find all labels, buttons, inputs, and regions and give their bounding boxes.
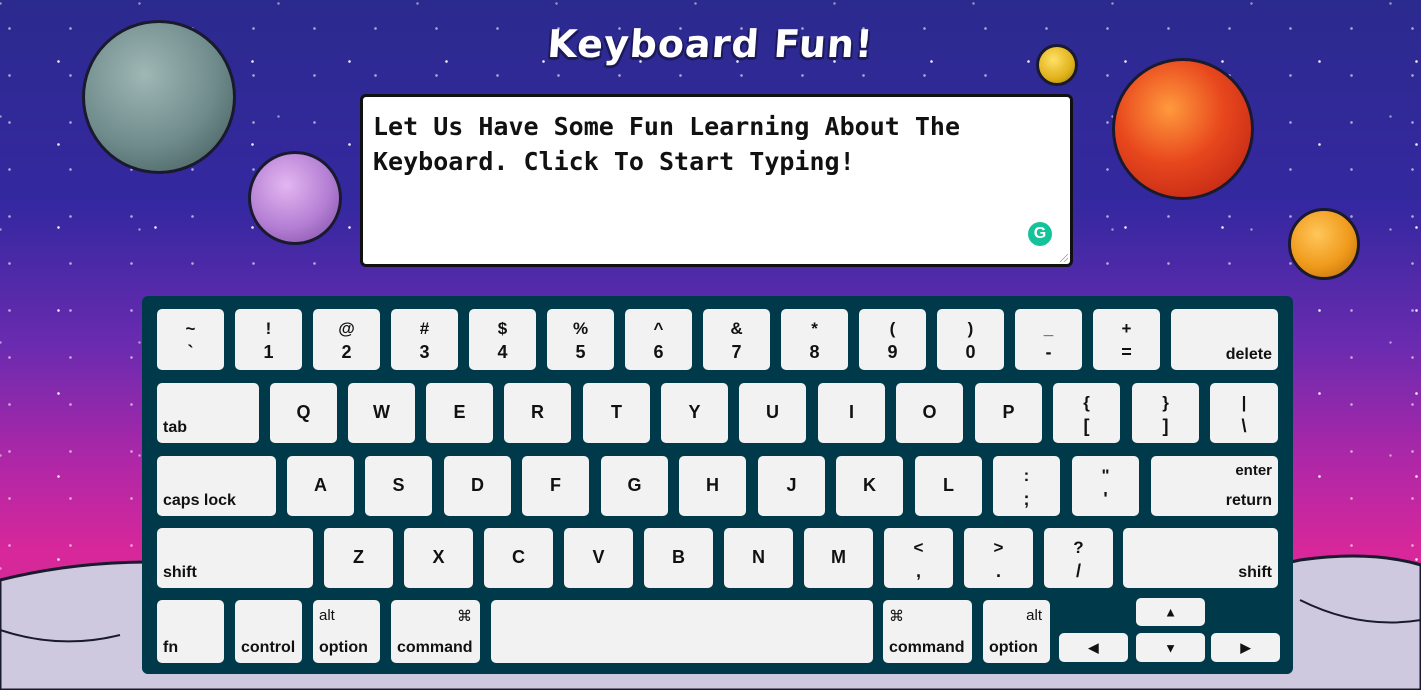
resize-handle-icon[interactable] (1060, 254, 1068, 262)
key-u[interactable]: U (739, 383, 806, 443)
key-equals[interactable]: + = (1093, 309, 1160, 370)
key-space[interactable] (491, 600, 873, 663)
command-icon: ⌘ (889, 608, 904, 625)
arrow-right-icon: ▶ (1240, 639, 1251, 655)
typing-textarea[interactable]: Let Us Have Some Fun Learning About The … (360, 94, 1073, 267)
key-v[interactable]: V (564, 528, 633, 588)
key-r[interactable]: R (504, 383, 571, 443)
planet-red-icon (1112, 58, 1254, 200)
key-8[interactable]: * 8 (781, 309, 848, 370)
key-slash[interactable]: ? / (1044, 528, 1113, 588)
key-delete[interactable]: delete (1171, 309, 1278, 370)
key-o[interactable]: O (896, 383, 963, 443)
key-backtick[interactable]: ~ ` (157, 309, 224, 370)
key-p[interactable]: P (975, 383, 1042, 443)
key-b[interactable]: B (644, 528, 713, 588)
key-shift-right[interactable]: shift (1123, 528, 1278, 588)
key-i[interactable]: I (818, 383, 885, 443)
key-9[interactable]: (9 (859, 309, 926, 370)
key-backslash[interactable]: | \ (1210, 383, 1278, 443)
key-d[interactable]: D (444, 456, 511, 516)
key-minus[interactable]: _ - (1015, 309, 1082, 370)
key-j[interactable]: J (758, 456, 825, 516)
key-k[interactable]: K (836, 456, 903, 516)
key-a[interactable]: A (287, 456, 354, 516)
key-y[interactable]: Y (661, 383, 728, 443)
key-n[interactable]: N (724, 528, 793, 588)
planet-orange-icon (1288, 208, 1360, 280)
key-7[interactable]: & 7 (703, 309, 770, 370)
arrow-left-icon: ◀ (1088, 639, 1099, 655)
key-5[interactable]: % 5 (547, 309, 614, 370)
key-g[interactable]: G (601, 456, 668, 516)
key-m[interactable]: M (804, 528, 873, 588)
key-c[interactable]: C (484, 528, 553, 588)
virtual-keyboard: ~ ` ! 1 @2 #3 $4 % 5 ^ 6 & 7 * 8 (9 ) 0 _ - + = d… (142, 296, 1293, 674)
key-arrow-left[interactable]: ◀ (1059, 633, 1128, 662)
key-0[interactable]: ) 0 (937, 309, 1004, 370)
key-control[interactable]: control (235, 600, 302, 663)
key-comma[interactable]: <, (884, 528, 953, 588)
arrow-down-icon: ▼ (1164, 640, 1177, 655)
key-quote[interactable]: " ' (1072, 456, 1139, 516)
grammarly-icon[interactable]: G (1028, 222, 1052, 246)
key-6[interactable]: ^ 6 (625, 309, 692, 370)
key-right-bracket[interactable]: }] (1132, 383, 1199, 443)
page-title: Keyboard Fun! (545, 22, 876, 66)
key-arrow-up[interactable]: ▲ (1136, 598, 1205, 626)
key-x[interactable]: X (404, 528, 473, 588)
textarea-text: Let Us Have Some Fun Learning About The … (373, 112, 960, 176)
arrow-up-icon: ▲ (1164, 604, 1177, 620)
key-command-right[interactable]: ⌘ command (883, 600, 972, 663)
key-option-left[interactable]: alt option (313, 600, 380, 663)
key-fn[interactable]: fn (157, 600, 224, 663)
key-left-bracket[interactable]: {[ (1053, 383, 1120, 443)
command-icon: ⌘ (457, 608, 472, 625)
key-arrow-right[interactable]: ▶ (1211, 633, 1280, 662)
key-period[interactable]: >. (964, 528, 1033, 588)
key-command-left[interactable]: ⌘ command (391, 600, 480, 663)
key-caps-lock[interactable]: caps lock (157, 456, 276, 516)
key-enter[interactable]: enter return (1151, 456, 1278, 516)
key-option-right[interactable]: alt option (983, 600, 1050, 663)
key-1[interactable]: ! 1 (235, 309, 302, 370)
key-3[interactable]: #3 (391, 309, 458, 370)
key-l[interactable]: L (915, 456, 982, 516)
key-t[interactable]: T (583, 383, 650, 443)
key-s[interactable]: S (365, 456, 432, 516)
key-arrow-down[interactable]: ▼ (1136, 633, 1205, 662)
key-q[interactable]: Q (270, 383, 337, 443)
key-h[interactable]: H (679, 456, 746, 516)
key-f[interactable]: F (522, 456, 589, 516)
key-2[interactable]: @2 (313, 309, 380, 370)
key-shift-left[interactable]: shift (157, 528, 313, 588)
key-w[interactable]: W (348, 383, 415, 443)
key-tab[interactable]: tab (157, 383, 259, 443)
key-semicolon[interactable]: :; (993, 456, 1060, 516)
key-4[interactable]: $4 (469, 309, 536, 370)
key-z[interactable]: Z (324, 528, 393, 588)
planet-purple-icon (248, 151, 342, 245)
key-e[interactable]: E (426, 383, 493, 443)
